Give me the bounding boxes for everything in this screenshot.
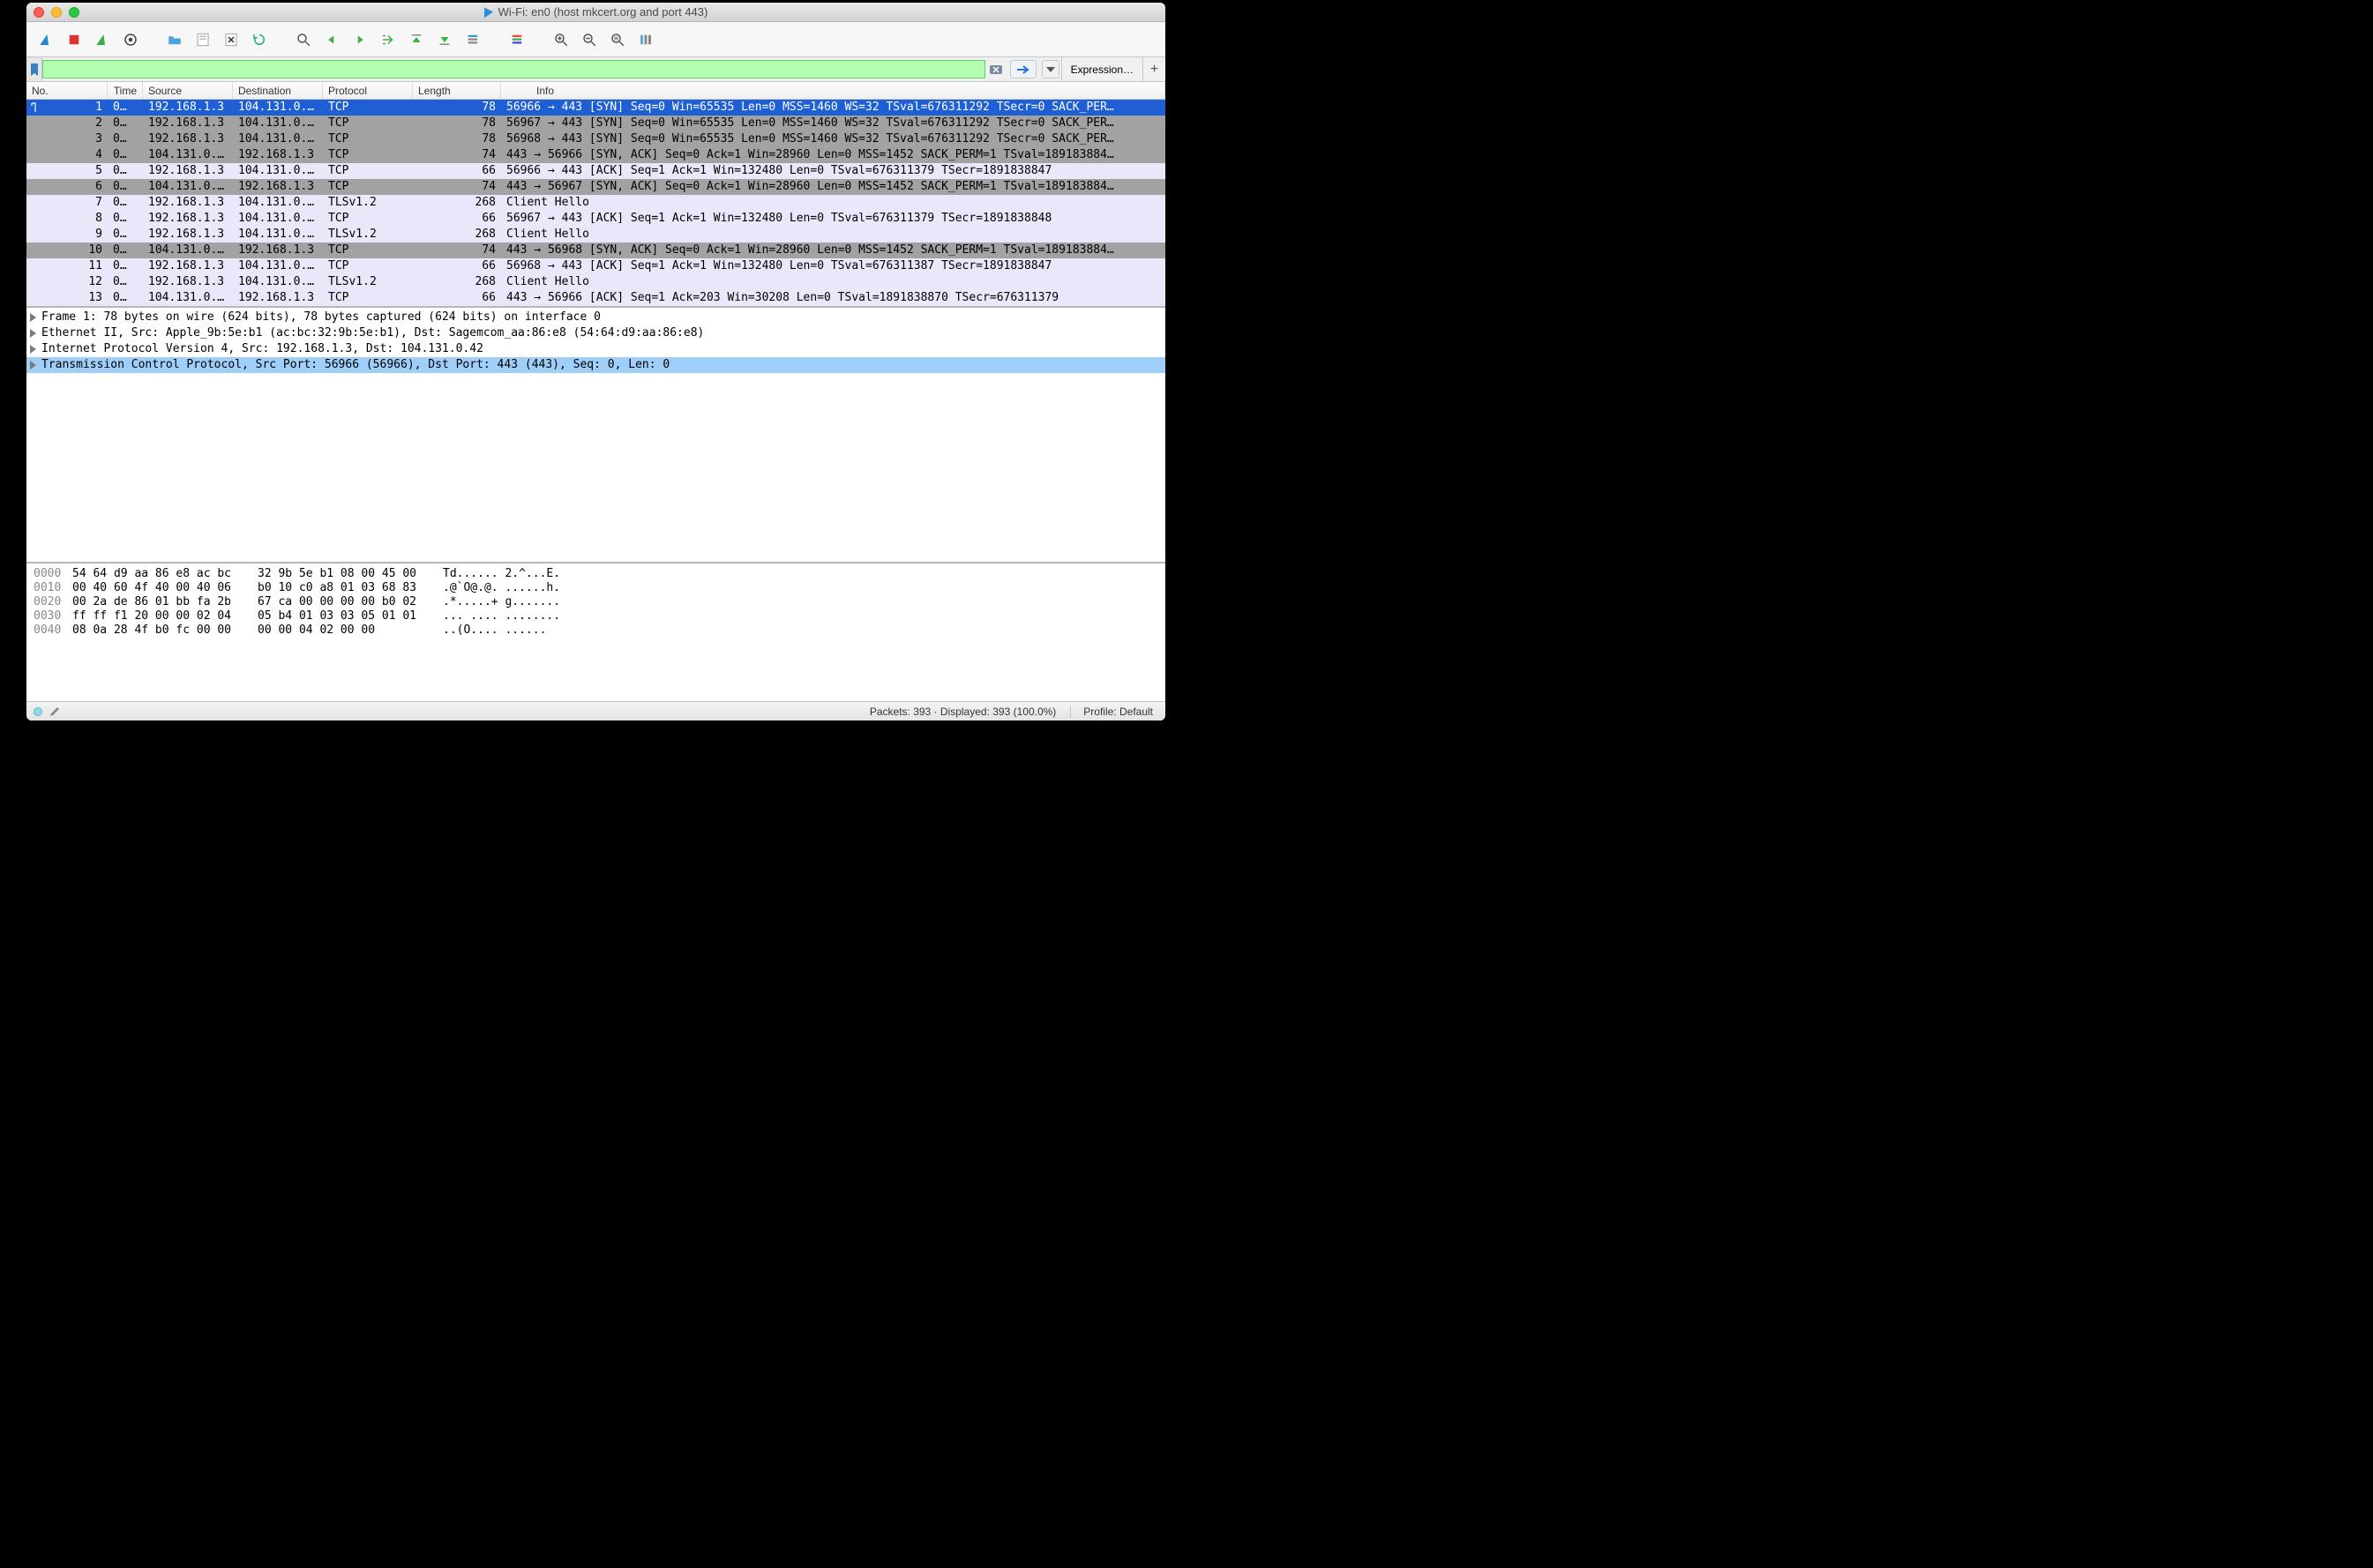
hex-row[interactable]: 0030ff ff f1 20 00 00 02 0405 b4 01 03 0… (34, 609, 1158, 623)
column-protocol[interactable]: Protocol (323, 82, 413, 99)
column-length[interactable]: Length (413, 82, 501, 99)
expand-icon[interactable] (30, 345, 36, 354)
app-window: Wi-Fi: en0 (host mkcert.org and port 443… (26, 3, 1165, 721)
packet-row[interactable]: 120…192.168.1.3104.131.0.…TLSv1.2268Clie… (26, 274, 1165, 290)
find-packet-button[interactable] (291, 27, 316, 52)
packet-row[interactable]: 80…192.168.1.3104.131.0.…TCP6656967 → 44… (26, 211, 1165, 227)
save-file-button[interactable] (191, 27, 215, 52)
expand-icon[interactable] (30, 313, 36, 322)
zoom-window-button[interactable] (69, 7, 79, 18)
display-filter-input[interactable] (42, 60, 985, 78)
close-window-button[interactable] (34, 7, 44, 18)
window-controls (34, 7, 79, 18)
zoom-reset-button[interactable] (605, 27, 630, 52)
packet-details-pane[interactable]: Frame 1: 78 bytes on wire (624 bits), 78… (26, 308, 1165, 564)
open-file-button[interactable] (162, 27, 187, 52)
go-back-button[interactable] (319, 27, 344, 52)
packet-row[interactable]: 110…192.168.1.3104.131.0.…TCP6656968 → 4… (26, 258, 1165, 274)
filter-history-dropdown[interactable] (1042, 60, 1059, 78)
status-packet-count: Packets: 393 · Displayed: 393 (100.0%) (870, 706, 1056, 718)
column-info[interactable]: Info (501, 82, 1165, 99)
hex-row[interactable]: 002000 2a de 86 01 bb fa 2b67 ca 00 00 0… (34, 595, 1158, 609)
hex-row[interactable]: 000054 64 d9 aa 86 e8 ac bc32 9b 5e b1 0… (34, 567, 1158, 581)
packet-row[interactable]: 30…192.168.1.3104.131.0.…TCP7856968 → 44… (26, 131, 1165, 147)
main-toolbar (26, 22, 1165, 57)
packet-list-header: No. Time Source Destination Protocol Len… (26, 82, 1165, 100)
add-filter-button[interactable]: + (1142, 57, 1165, 81)
go-to-last-button[interactable] (432, 27, 457, 52)
reload-file-button[interactable] (247, 27, 272, 52)
go-forward-button[interactable] (348, 27, 372, 52)
column-source[interactable]: Source (143, 82, 233, 99)
minimize-window-button[interactable] (51, 7, 62, 18)
packet-row[interactable]: 10…192.168.1.3104.131.0.…TCP7856966 → 44… (26, 100, 1165, 116)
capture-options-button[interactable] (118, 27, 143, 52)
packet-row[interactable]: 90…192.168.1.3104.131.0.…TLSv1.2268Clien… (26, 227, 1165, 243)
stop-capture-button[interactable] (62, 27, 86, 52)
bookmark-filter-button[interactable] (26, 57, 42, 81)
resize-columns-button[interactable] (633, 27, 658, 52)
column-destination[interactable]: Destination (233, 82, 323, 99)
expand-icon[interactable] (30, 361, 36, 370)
packet-row[interactable]: 60…104.131.0.…192.168.1.3TCP74443 → 5696… (26, 179, 1165, 195)
status-bar: Packets: 393 · Displayed: 393 (100.0%) P… (26, 701, 1165, 721)
packet-row[interactable]: 50…192.168.1.3104.131.0.…TCP6656966 → 44… (26, 163, 1165, 179)
packet-list-pane: No. Time Source Destination Protocol Len… (26, 82, 1165, 308)
column-no[interactable]: No. (26, 82, 108, 99)
packet-row[interactable]: 100…104.131.0.…192.168.1.3TCP74443 → 569… (26, 243, 1165, 258)
packet-row[interactable]: 130…104.131.0.…192.168.1.3TCP66443 → 569… (26, 290, 1165, 306)
zoom-in-button[interactable] (549, 27, 573, 52)
app-icon (484, 6, 493, 18)
shark-fin-icon[interactable] (34, 27, 58, 52)
filter-toolbar: Expression… + (26, 57, 1165, 82)
clear-filter-button[interactable] (985, 57, 1007, 81)
zoom-out-button[interactable] (577, 27, 602, 52)
column-time[interactable]: Time (108, 82, 143, 99)
packet-row[interactable]: 70…192.168.1.3104.131.0.…TLSv1.2268Clien… (26, 195, 1165, 211)
close-file-button[interactable] (219, 27, 243, 52)
go-to-packet-button[interactable] (376, 27, 400, 52)
window-title: Wi-Fi: en0 (host mkcert.org and port 443… (498, 5, 708, 19)
detail-tree-item[interactable]: Frame 1: 78 bytes on wire (624 bits), 78… (26, 310, 1165, 325)
titlebar: Wi-Fi: en0 (host mkcert.org and port 443… (26, 3, 1165, 22)
detail-tree-item[interactable]: Internet Protocol Version 4, Src: 192.16… (26, 341, 1165, 357)
packet-row[interactable]: 20…192.168.1.3104.131.0.…TCP7856967 → 44… (26, 116, 1165, 131)
packet-row[interactable]: 40…104.131.0.…192.168.1.3TCP74443 → 5696… (26, 147, 1165, 163)
apply-filter-button[interactable] (1010, 60, 1037, 78)
packet-bytes-pane[interactable]: 000054 64 d9 aa 86 e8 ac bc32 9b 5e b1 0… (26, 564, 1165, 701)
expand-icon[interactable] (30, 329, 36, 338)
detail-tree-item[interactable]: Ethernet II, Src: Apple_9b:5e:b1 (ac:bc:… (26, 325, 1165, 341)
expert-info-indicator[interactable] (34, 707, 42, 716)
edit-capture-comment-button[interactable] (49, 706, 60, 717)
status-profile[interactable]: Profile: Default (1070, 706, 1165, 718)
expression-button[interactable]: Expression… (1061, 57, 1142, 81)
hex-row[interactable]: 001000 40 60 4f 40 00 40 06b0 10 c0 a8 0… (34, 581, 1158, 595)
go-to-first-button[interactable] (404, 27, 429, 52)
hex-row[interactable]: 004008 0a 28 4f b0 fc 00 0000 00 04 02 0… (34, 623, 1158, 638)
auto-scroll-button[interactable] (460, 27, 485, 52)
colorize-button[interactable] (505, 27, 529, 52)
packet-list-body[interactable]: 10…192.168.1.3104.131.0.…TCP7856966 → 44… (26, 100, 1165, 306)
restart-capture-button[interactable] (90, 27, 115, 52)
detail-tree-item[interactable]: Transmission Control Protocol, Src Port:… (26, 357, 1165, 373)
